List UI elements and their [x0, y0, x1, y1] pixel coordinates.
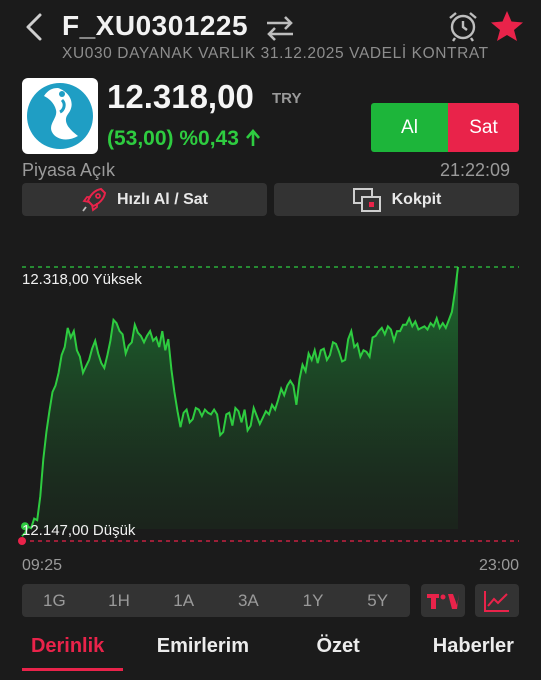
- cockpit-button[interactable]: Kokpit: [274, 183, 519, 216]
- range-3a[interactable]: 3A: [216, 584, 281, 617]
- range-5y[interactable]: 5Y: [345, 584, 410, 617]
- price-area: [22, 267, 458, 537]
- alarm-clock-icon[interactable]: [447, 10, 479, 42]
- x-start-label: 09:25: [22, 557, 62, 574]
- cockpit-label: Kokpit: [391, 190, 442, 208]
- swap-arrows-icon[interactable]: [264, 14, 296, 42]
- up-arrow-icon: [245, 129, 260, 146]
- sell-button[interactable]: Sat: [448, 103, 519, 152]
- issuer-logo: [22, 78, 98, 154]
- range-1y[interactable]: 1Y: [281, 584, 346, 617]
- market-status: Piyasa Açık: [22, 160, 116, 180]
- rocket-icon: [82, 187, 107, 212]
- price-change-value: (53,00) %0,43: [107, 127, 239, 150]
- range-1a[interactable]: 1A: [151, 584, 216, 617]
- instrument-subtitle: XU030 DAYANAK VARLIK 31.12.2025 VADELİ K…: [62, 45, 489, 62]
- x-end-label: 23:00: [479, 557, 519, 574]
- tab-emirlerim[interactable]: Emirlerim: [135, 628, 270, 680]
- bottom-tabs: Derinlik Emirlerim Özet Haberler: [0, 628, 541, 680]
- instrument-title: F_XU0301225: [62, 10, 249, 41]
- range-1g[interactable]: 1G: [22, 584, 87, 617]
- favorite-star-icon[interactable]: [490, 10, 524, 42]
- buy-button[interactable]: Al: [371, 103, 448, 152]
- high-label: 12.318,00 Yüksek: [22, 271, 142, 288]
- tradingview-button[interactable]: [421, 584, 465, 617]
- tradingview-icon: [427, 593, 459, 609]
- time-range-selector: 1G 1H 1A 3A 1Y 5Y: [22, 584, 410, 617]
- tab-haberler[interactable]: Haberler: [406, 628, 541, 680]
- currency-label: TRY: [272, 90, 302, 107]
- tab-ozet[interactable]: Özet: [271, 628, 406, 680]
- back-arrow-icon[interactable]: [22, 12, 48, 42]
- intraday-chart[interactable]: 12.318,00 Yüksek 12.147,00 Düşük 09:25 2…: [0, 240, 541, 580]
- last-price: 12.318,00: [107, 78, 254, 115]
- tab-derinlik[interactable]: Derinlik: [0, 628, 135, 680]
- cockpit-icon: [352, 187, 381, 212]
- quick-trade-button[interactable]: Hızlı Al / Sat: [22, 183, 267, 216]
- range-1h[interactable]: 1H: [87, 584, 152, 617]
- last-update-time: 21:22:09: [440, 160, 511, 180]
- price-change: (53,00) %0,43: [107, 127, 261, 151]
- line-chart-icon: [484, 590, 509, 612]
- low-label: 12.147,00 Düşük: [22, 522, 136, 539]
- quick-trade-label: Hızlı Al / Sat: [117, 190, 208, 208]
- line-chart-button[interactable]: [475, 584, 519, 617]
